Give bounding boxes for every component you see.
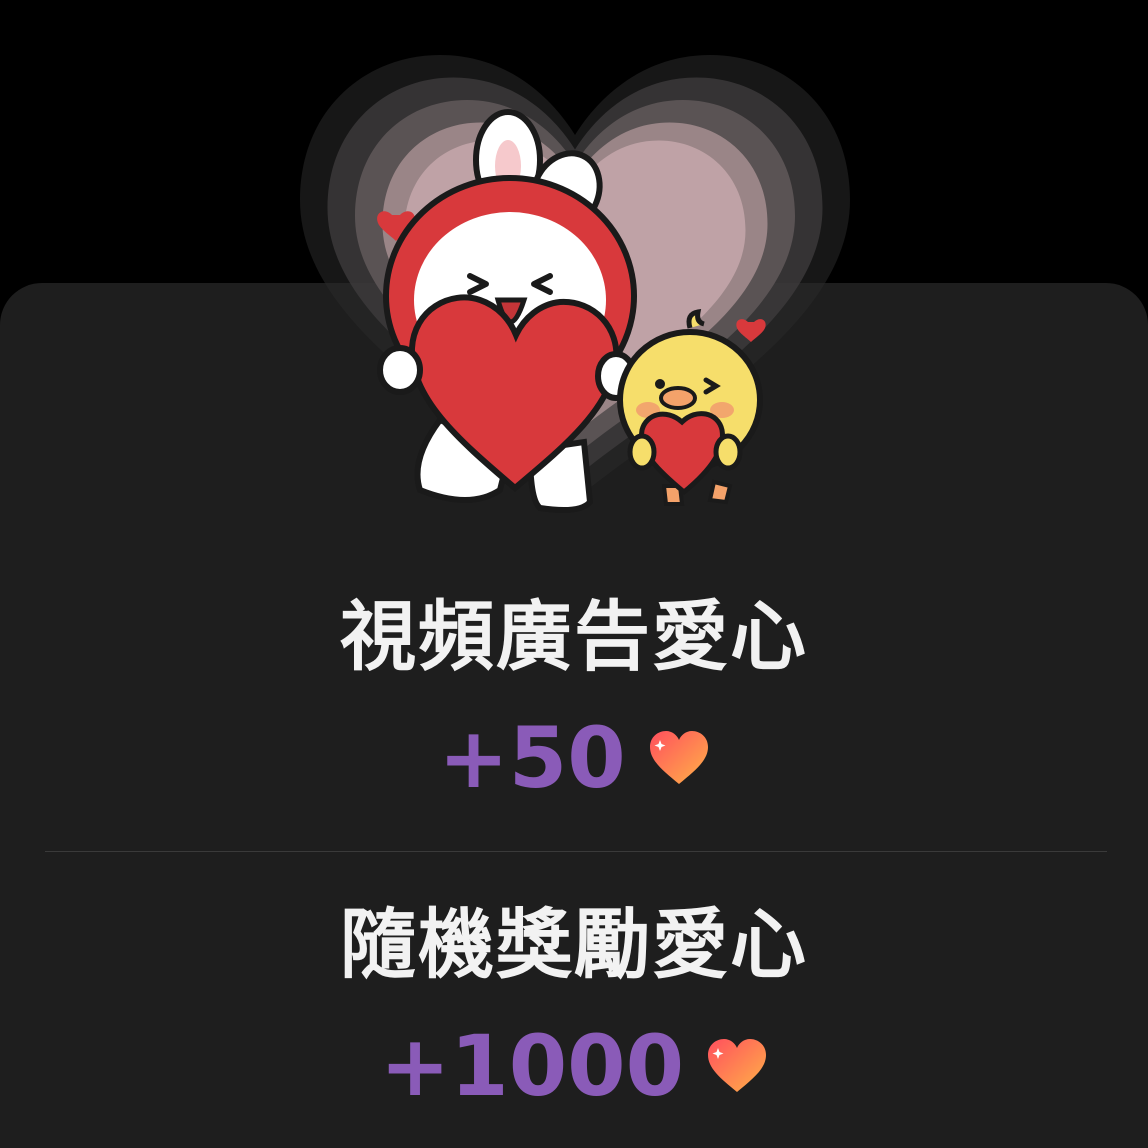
reward-random-bonus: 隨機獎勵愛心 +1000 [0,900,1148,1114]
bunny-chick-illustration [370,100,790,530]
floating-heart-right [736,319,766,342]
reward-screen: 視頻廣告愛心 +50 隨機獎勵愛心 +1000 [0,0,1148,1148]
heart-icon [708,1039,767,1092]
divider [45,851,1107,852]
reward-amount: +1000 [379,1017,685,1115]
reward-amount: +50 [438,709,626,807]
reward-title: 隨機獎勵愛心 [340,900,808,989]
reward-amount-row: +50 [0,710,1148,806]
reward-video-ad: 視頻廣告愛心 +50 [0,592,1148,806]
reward-title: 視頻廣告愛心 [340,592,808,681]
heart-icon [649,731,708,784]
characters-svg [377,109,766,513]
reward-amount-row: +1000 [0,1018,1148,1114]
